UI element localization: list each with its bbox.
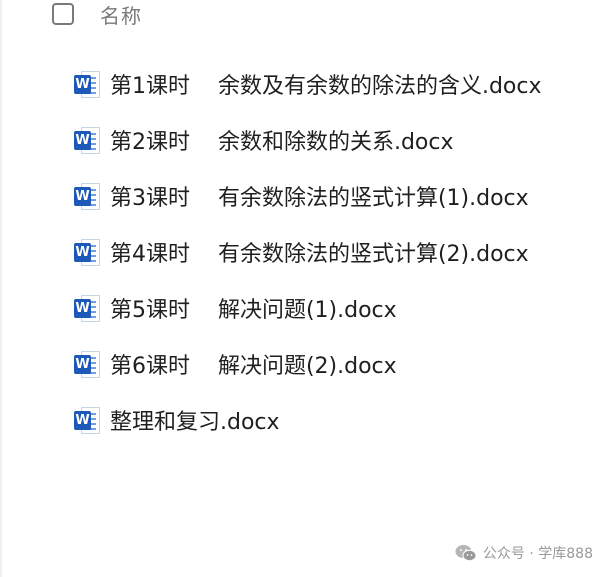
file-name: 整理和复习.docx: [110, 410, 280, 435]
file-name: 第3课时 有余数除法的竖式计算(1).docx: [110, 186, 529, 211]
word-doc-icon: W: [74, 70, 100, 98]
watermark-text: 公众号 · 学库888: [482, 546, 593, 562]
watermark: 公众号 · 学库888: [455, 543, 593, 563]
word-doc-icon: W: [74, 406, 100, 434]
file-row[interactable]: W 第4课时 有余数除法的竖式计算(2).docx: [74, 224, 542, 280]
wechat-icon: [455, 545, 477, 562]
list-header: 名称: [52, 0, 142, 28]
word-doc-icon: W: [74, 238, 100, 266]
file-name: 第2课时 余数和除数的关系.docx: [110, 130, 454, 155]
file-row[interactable]: W 第3课时 有余数除法的竖式计算(1).docx: [74, 168, 542, 224]
file-name: 第5课时 解决问题(1).docx: [110, 298, 397, 323]
panel-left-border: [0, 0, 2, 577]
file-row[interactable]: W 整理和复习.docx: [74, 392, 542, 448]
file-row[interactable]: W 第2课时 余数和除数的关系.docx: [74, 112, 542, 168]
file-list: W 第1课时 余数及有余数的除法的含义.docx W 第2课时 余数和除数的关系…: [74, 56, 542, 448]
file-row[interactable]: W 第5课时 解决问题(1).docx: [74, 280, 542, 336]
file-name: 第6课时 解决问题(2).docx: [110, 354, 397, 379]
word-doc-icon: W: [74, 126, 100, 154]
word-doc-icon: W: [74, 350, 100, 378]
word-doc-icon: W: [74, 294, 100, 322]
column-header-name[interactable]: 名称: [100, 0, 142, 29]
select-all-checkbox[interactable]: [52, 3, 74, 25]
file-row[interactable]: W 第6课时 解决问题(2).docx: [74, 336, 542, 392]
word-doc-icon: W: [74, 182, 100, 210]
file-name: 第4课时 有余数除法的竖式计算(2).docx: [110, 242, 529, 267]
file-row[interactable]: W 第1课时 余数及有余数的除法的含义.docx: [74, 56, 542, 112]
file-name: 第1课时 余数及有余数的除法的含义.docx: [110, 74, 542, 99]
